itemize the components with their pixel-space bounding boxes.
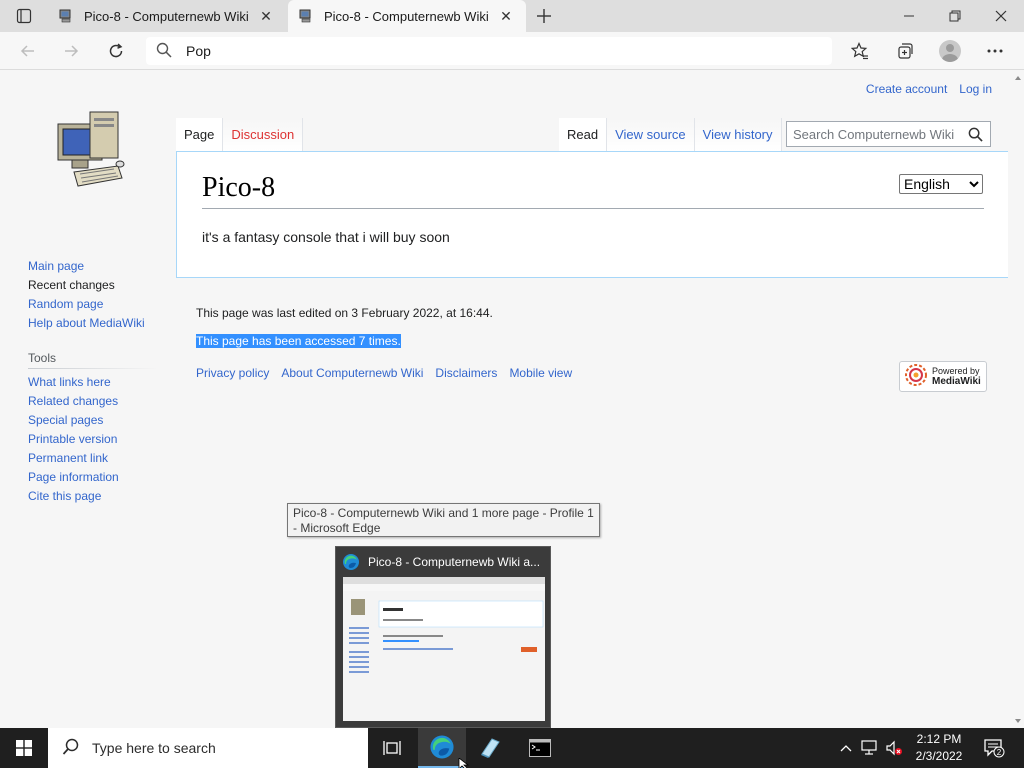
mobile-view-link[interactable]: Mobile view — [509, 366, 572, 380]
tab-page[interactable]: Page — [176, 118, 224, 151]
wiki-favicon-icon — [58, 8, 74, 24]
mouse-cursor-icon — [458, 757, 470, 768]
tools-heading: Tools — [28, 347, 158, 369]
back-arrow-icon[interactable] — [14, 37, 42, 65]
chevron-up-icon[interactable] — [836, 728, 856, 768]
taskbar: Type here to search 2:12 PM 2/3/2022 2 — [0, 728, 1024, 768]
access-count-text: This page has been accessed 7 times. — [196, 334, 401, 348]
tab-view-history[interactable]: View history — [694, 118, 782, 151]
mediawiki-text: MediaWiki — [932, 376, 981, 387]
search-icon — [156, 42, 172, 61]
sidebar-item-related-changes[interactable]: Related changes — [28, 392, 158, 411]
minimize-icon[interactable] — [886, 0, 932, 32]
powered-by-mediawiki-badge[interactable]: Powered by MediaWiki — [899, 361, 987, 392]
new-tab-icon[interactable] — [532, 4, 556, 28]
powered-by-text: Powered by — [932, 366, 980, 376]
personal-tools: Create account Log in — [866, 82, 992, 96]
taskbar-search-placeholder: Type here to search — [92, 740, 216, 756]
wiki-logo[interactable] — [50, 106, 130, 196]
close-window-icon[interactable] — [978, 0, 1024, 32]
footer-links: Privacy policy About Computernewb Wiki D… — [196, 366, 572, 380]
sidebar: Main page Recent changes Random page Hel… — [28, 257, 158, 506]
scroll-down-icon[interactable] — [1015, 719, 1021, 723]
page-title: Pico-8 — [202, 172, 984, 209]
sidebar-item-permanent-link[interactable]: Permanent link — [28, 449, 158, 468]
volume-muted-icon[interactable] — [882, 728, 906, 768]
footer-info: This page was last edited on 3 February … — [196, 306, 493, 362]
restore-icon[interactable] — [932, 0, 978, 32]
clock-time: 2:12 PM — [916, 732, 962, 746]
more-options-icon[interactable] — [981, 37, 1009, 65]
taskbar-search[interactable]: Type here to search — [48, 728, 368, 768]
browser-tab-2[interactable]: Pico-8 - Computernewb Wiki ✕ — [288, 0, 526, 32]
browser-tab-1[interactable]: Pico-8 - Computernewb Wiki ✕ — [48, 0, 286, 32]
edge-icon — [343, 554, 359, 570]
forward-arrow-icon[interactable] — [57, 37, 85, 65]
about-link[interactable]: About Computernewb Wiki — [281, 366, 423, 380]
view-tabs: Read View source View history — [559, 118, 782, 151]
taskbar-thumbnail[interactable]: Pico-8 - Computernewb Wiki a... — [335, 546, 551, 728]
tab-actions-icon[interactable] — [8, 6, 40, 26]
mediawiki-flower-icon — [904, 363, 928, 390]
namespace-tabs: Page Discussion — [176, 118, 304, 151]
sidebar-item-cite-this-page[interactable]: Cite this page — [28, 487, 158, 506]
browser-toolbar — [0, 32, 1024, 70]
terminal-taskbar-icon[interactable] — [516, 728, 564, 768]
search-icon — [62, 738, 80, 759]
tab-close-icon[interactable]: ✕ — [256, 6, 276, 26]
scroll-up-icon[interactable] — [1015, 76, 1021, 80]
language-select[interactable]: English — [899, 174, 983, 194]
refresh-icon[interactable] — [102, 37, 130, 65]
tab-view-source[interactable]: View source — [607, 118, 695, 151]
taskbar-clock[interactable]: 2:12 PM 2/3/2022 — [906, 731, 972, 765]
notepad-taskbar-icon[interactable] — [466, 728, 514, 768]
sidebar-item-page-information[interactable]: Page information — [28, 468, 158, 487]
tab-read[interactable]: Read — [559, 118, 608, 151]
clock-date: 2/3/2022 — [915, 749, 963, 763]
tab-title: Pico-8 - Computernewb Wiki — [84, 8, 249, 24]
sidebar-item-special-pages[interactable]: Special pages — [28, 411, 158, 430]
tab-title: Pico-8 - Computernewb Wiki — [324, 8, 489, 24]
address-input[interactable] — [186, 43, 786, 59]
sidebar-item-what-links-here[interactable]: What links here — [28, 373, 158, 392]
thumbnail-preview — [343, 577, 545, 721]
tab-discussion[interactable]: Discussion — [223, 118, 304, 151]
network-icon[interactable] — [858, 728, 882, 768]
last-edited-text: This page was last edited on 3 February … — [196, 306, 493, 320]
address-bar[interactable] — [146, 37, 832, 65]
wiki-search-box — [786, 121, 991, 147]
page-body-text: it's a fantasy console that i will buy s… — [202, 229, 450, 245]
privacy-policy-link[interactable]: Privacy policy — [196, 366, 269, 380]
wiki-search-input[interactable] — [787, 126, 962, 142]
thumbnail-title: Pico-8 - Computernewb Wiki a... — [368, 555, 541, 569]
notification-count: 2 — [997, 748, 1002, 757]
windows-start-icon[interactable] — [0, 728, 48, 768]
sidebar-item-recent-changes[interactable]: Recent changes — [28, 276, 158, 295]
content-area: Pico-8 English it's a fantasy console th… — [176, 151, 1008, 278]
disclaimers-link[interactable]: Disclaimers — [435, 366, 497, 380]
sidebar-item-main-page[interactable]: Main page — [28, 257, 158, 276]
sidebar-item-random-page[interactable]: Random page — [28, 295, 158, 314]
sidebar-item-printable-version[interactable]: Printable version — [28, 430, 158, 449]
page-scrollbar[interactable] — [1012, 71, 1024, 728]
search-icon[interactable] — [962, 122, 988, 146]
browser-tab-strip: Pico-8 - Computernewb Wiki ✕ Pico-8 - Co… — [0, 0, 1024, 32]
profile-avatar[interactable] — [936, 37, 964, 65]
sidebar-item-help[interactable]: Help about MediaWiki — [28, 314, 158, 333]
taskbar-tooltip: Pico-8 - Computernewb Wiki and 1 more pa… — [287, 503, 600, 537]
collections-icon[interactable] — [891, 37, 919, 65]
create-account-link[interactable]: Create account — [866, 82, 947, 96]
tab-close-icon[interactable]: ✕ — [496, 6, 516, 26]
task-view-icon[interactable] — [368, 728, 416, 768]
favorites-icon[interactable] — [846, 37, 874, 65]
log-in-link[interactable]: Log in — [959, 82, 992, 96]
notification-center-icon[interactable]: 2 — [978, 728, 1010, 768]
wiki-favicon-icon — [298, 8, 314, 24]
